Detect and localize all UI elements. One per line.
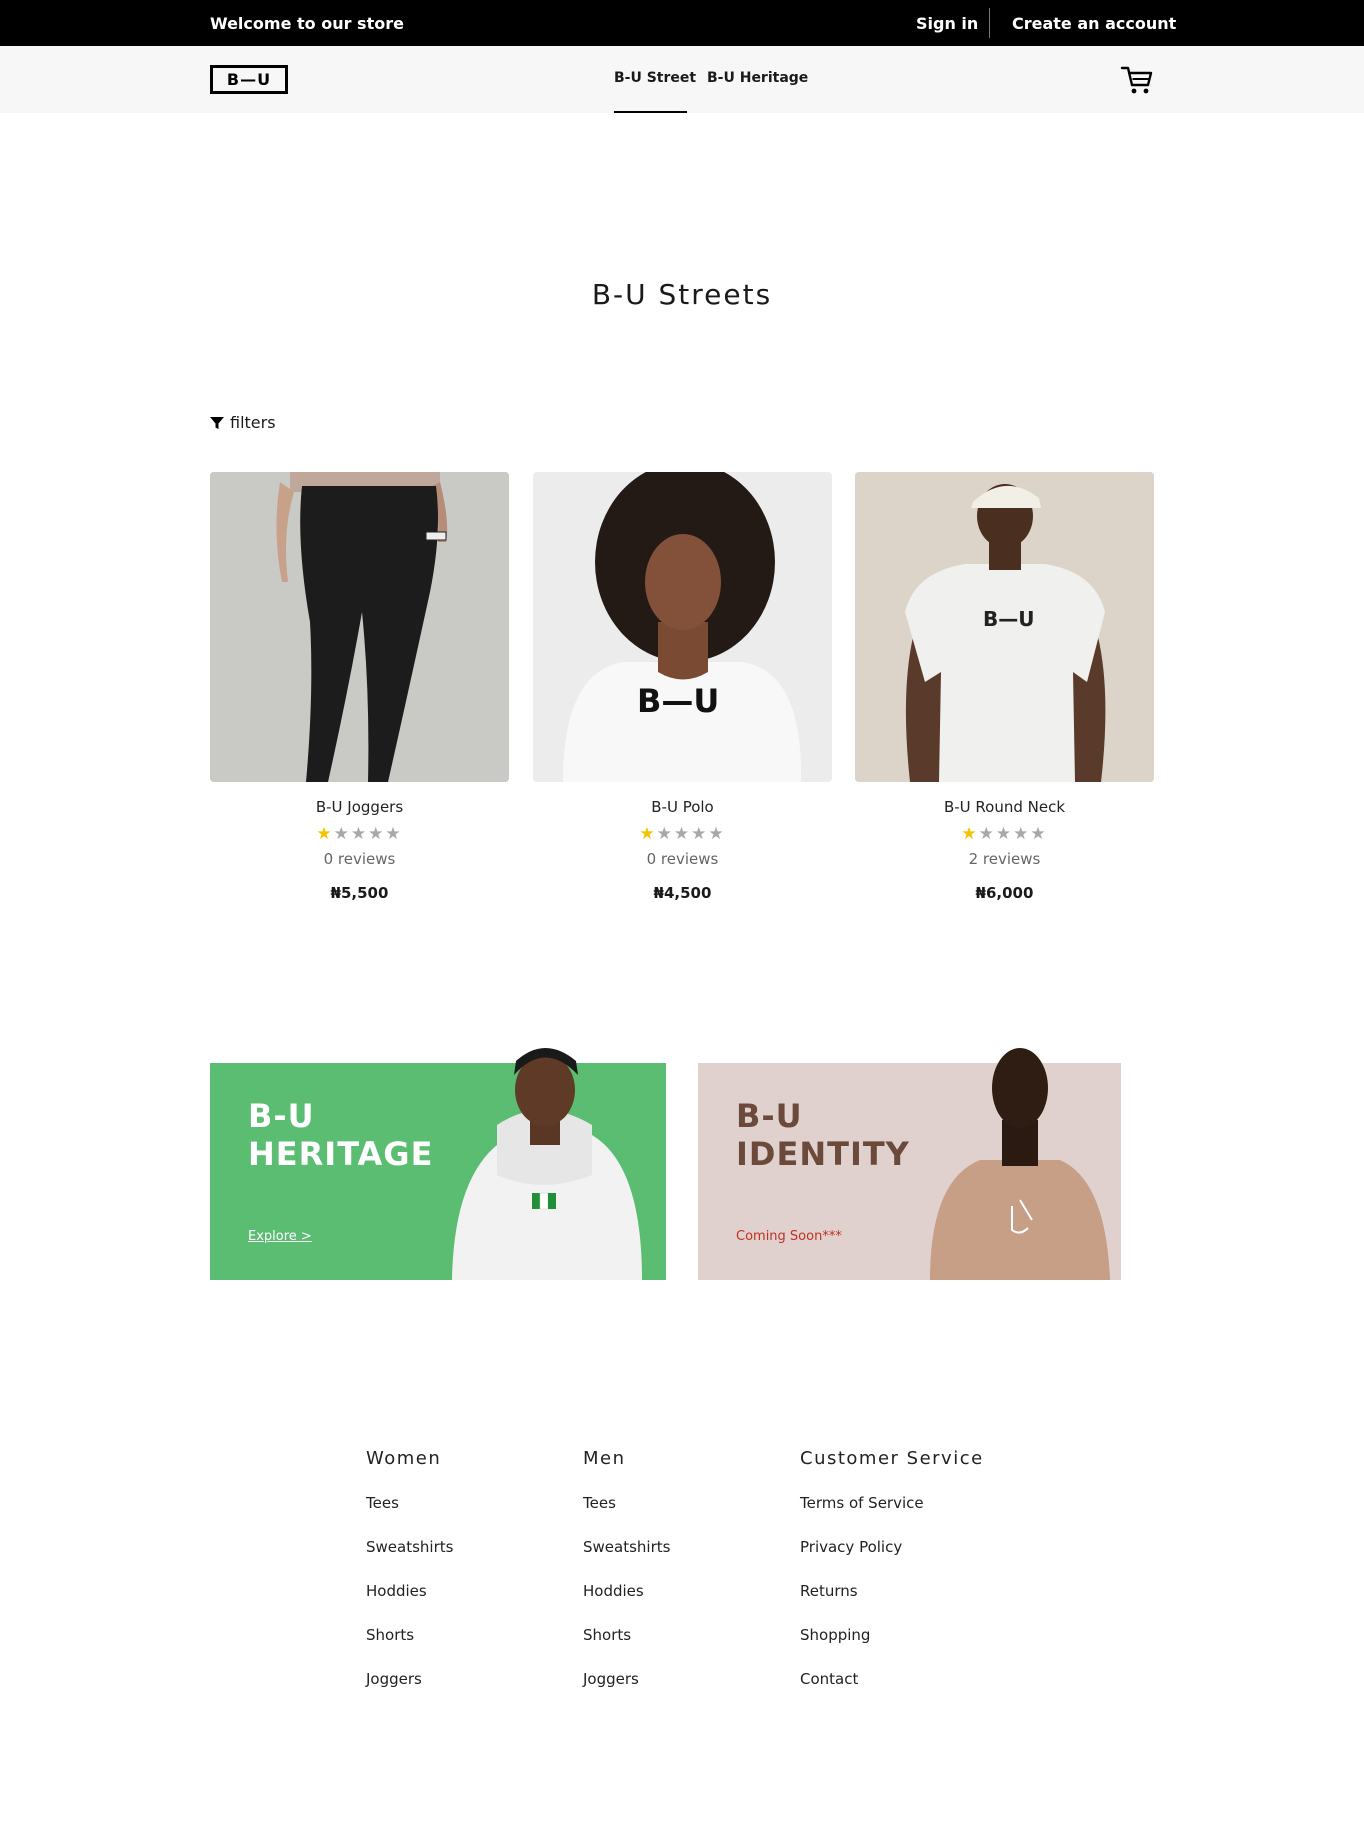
review-count: 2 reviews xyxy=(968,850,1041,868)
star-icon: ★ xyxy=(368,824,386,844)
footer-link[interactable]: Sweatshirts xyxy=(366,1538,453,1582)
footer-link[interactable]: Shorts xyxy=(583,1626,670,1670)
star-icon: ★ xyxy=(691,824,709,844)
explore-link[interactable]: Explore > xyxy=(248,1229,312,1244)
footer-heading: Men xyxy=(583,1448,626,1469)
heritage-model-image xyxy=(452,1048,642,1280)
rating-stars: ★★★★★ xyxy=(855,824,1154,844)
footer-link[interactable]: Joggers xyxy=(366,1670,453,1714)
footer-link[interactable]: Hoddies xyxy=(366,1582,453,1626)
footer-link[interactable]: Tees xyxy=(366,1494,453,1538)
filters-label: filters xyxy=(230,413,276,432)
star-icon: ★ xyxy=(995,824,1014,844)
footer-link[interactable]: Returns xyxy=(800,1582,984,1626)
svg-text:B—U: B—U xyxy=(983,607,1034,631)
product-card[interactable]: B-U Joggers ★★★★★ 0 reviews ₦5,500 xyxy=(210,472,509,902)
product-name[interactable]: B-U Polo xyxy=(533,798,832,816)
footer-link[interactable]: Privacy Policy xyxy=(800,1538,984,1582)
star-icon: ★ xyxy=(1013,824,1031,844)
funnel-icon xyxy=(210,416,224,429)
footer-heading: Women xyxy=(366,1448,442,1469)
identity-banner-title: B-U IDENTITY xyxy=(736,1097,910,1173)
star-icon: ★ xyxy=(978,824,996,844)
footer-women: Women Tees Sweatshirts Hoddies Shorts Jo… xyxy=(366,1448,453,1714)
footer-customer-service: Customer Service Terms of Service Privac… xyxy=(800,1448,984,1714)
star-icon: ★ xyxy=(1030,824,1048,844)
product-price: ₦5,500 xyxy=(330,884,389,902)
page-title: B-U Streets xyxy=(591,278,773,311)
brand-logo[interactable]: B—U xyxy=(210,65,288,94)
footer-link[interactable]: Shopping xyxy=(800,1626,984,1670)
star-icon: ★ xyxy=(673,824,692,844)
banner-title-line: HERITAGE xyxy=(248,1135,434,1173)
review-count: 0 reviews xyxy=(323,850,396,868)
star-icon: ★ xyxy=(385,824,403,844)
star-icon: ★ xyxy=(350,824,369,844)
product-card[interactable]: B—U B-U Round Neck ★★★★★ 2 reviews ₦6,00… xyxy=(855,472,1154,902)
top-bar: Welcome to our store Sign in Create an a… xyxy=(0,0,1364,46)
review-count: 0 reviews xyxy=(646,850,719,868)
product-name[interactable]: B-U Round Neck xyxy=(855,798,1154,816)
star-icon: ★ xyxy=(708,824,726,844)
identity-banner[interactable]: B-U IDENTITY Coming Soon*** xyxy=(698,1048,1121,1280)
main-nav: B—U B-U Street B-U Heritage xyxy=(0,46,1364,113)
coming-soon-text: Coming Soon*** xyxy=(736,1229,842,1244)
cart-icon[interactable] xyxy=(1120,64,1154,96)
footer-link[interactable]: Tees xyxy=(583,1494,670,1538)
banner-title-line: B-U xyxy=(248,1097,315,1135)
star-icon: ★ xyxy=(639,824,657,844)
footer-heading: Customer Service xyxy=(800,1448,984,1469)
rating-stars: ★★★★★ xyxy=(533,824,832,844)
product-image[interactable] xyxy=(210,472,509,782)
nav-link-bu-street[interactable]: B-U Street xyxy=(614,70,696,86)
nav-link-bu-heritage[interactable]: B-U Heritage xyxy=(707,70,808,86)
topbar-divider xyxy=(989,8,990,38)
banner-title-line: B-U xyxy=(736,1097,803,1135)
active-nav-indicator xyxy=(614,111,687,113)
footer-link[interactable]: Sweatshirts xyxy=(583,1538,670,1582)
footer-link[interactable]: Shorts xyxy=(366,1626,453,1670)
welcome-text: Welcome to our store xyxy=(210,14,404,33)
heritage-banner-title: B-U HERITAGE xyxy=(248,1097,433,1173)
product-card[interactable]: B—U B-U Polo ★★★★★ 0 reviews ₦4,500 xyxy=(533,472,832,902)
banner-title-line: IDENTITY xyxy=(736,1135,910,1173)
product-name[interactable]: B-U Joggers xyxy=(210,798,509,816)
rating-stars: ★★★★★ xyxy=(210,824,509,844)
svg-text:B—U: B—U xyxy=(637,682,719,720)
footer-link[interactable]: Contact xyxy=(800,1670,984,1714)
sign-in-link[interactable]: Sign in xyxy=(916,14,978,33)
product-image[interactable]: B—U xyxy=(855,472,1154,782)
heritage-banner[interactable]: B-U HERITAGE Explore > xyxy=(210,1048,666,1280)
create-account-link[interactable]: Create an account xyxy=(1012,14,1176,33)
footer-men: Men Tees Sweatshirts Hoddies Shorts Jogg… xyxy=(583,1448,670,1714)
star-icon: ★ xyxy=(656,824,674,844)
footer-link[interactable]: Hoddies xyxy=(583,1582,670,1626)
filters-button[interactable]: filters xyxy=(210,413,276,432)
logo-text: B—U xyxy=(226,70,272,89)
star-icon: ★ xyxy=(961,824,979,844)
footer-link[interactable]: Joggers xyxy=(583,1670,670,1714)
star-icon: ★ xyxy=(316,824,334,844)
product-image[interactable]: B—U xyxy=(533,472,832,782)
star-icon: ★ xyxy=(333,824,351,844)
footer-link[interactable]: Terms of Service xyxy=(800,1494,984,1538)
product-price: ₦4,500 xyxy=(653,884,712,902)
identity-model-image xyxy=(930,1048,1110,1280)
product-price: ₦6,000 xyxy=(975,884,1034,902)
